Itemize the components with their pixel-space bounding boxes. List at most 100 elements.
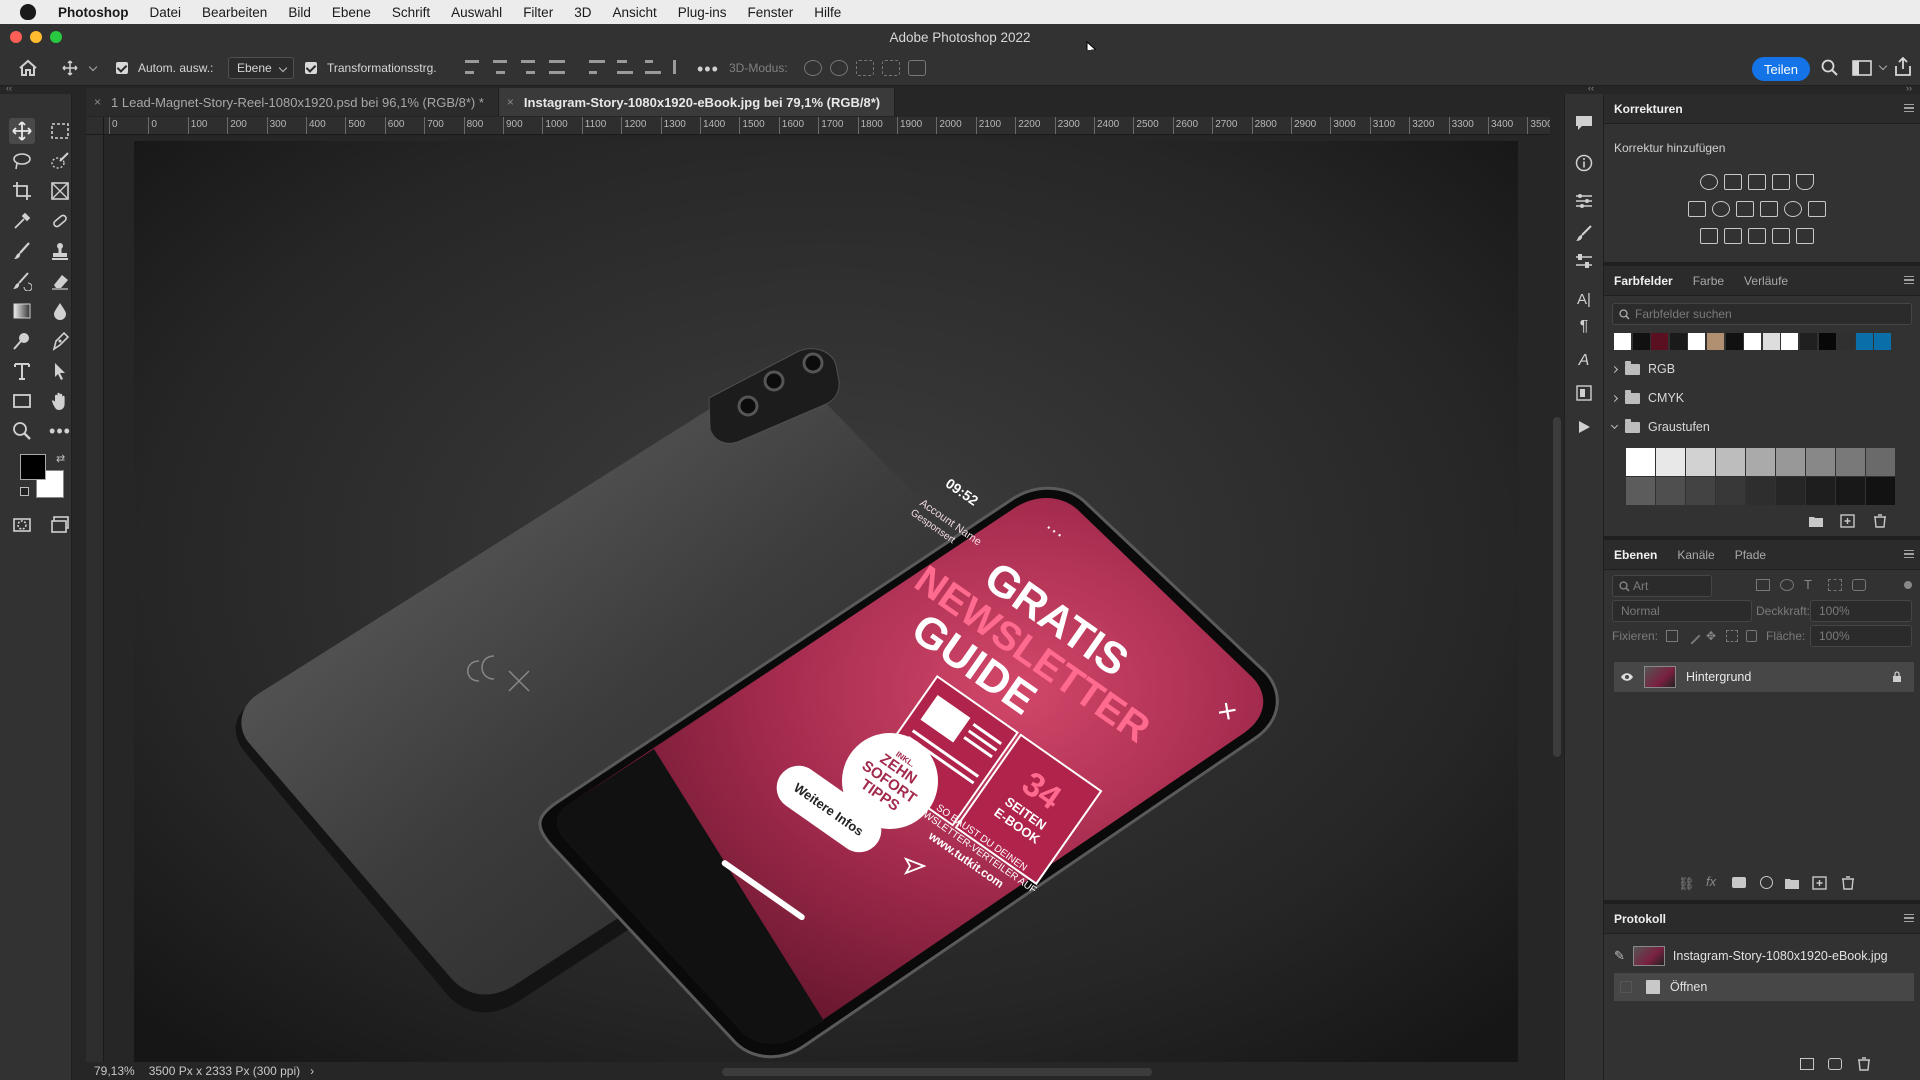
layer-row-background[interactable]: Hintergrund	[1614, 662, 1914, 692]
grayscale-swatch[interactable]	[1746, 448, 1775, 476]
zoom-tool-icon[interactable]	[9, 418, 35, 444]
grayscale-swatch[interactable]	[1716, 448, 1745, 476]
layer-name[interactable]: Hintergrund	[1686, 670, 1751, 684]
channel-mixer-icon[interactable]	[1784, 201, 1802, 217]
filter-pixel-icon[interactable]	[1756, 579, 1770, 591]
zoom-window-button[interactable]	[50, 31, 62, 43]
history-panel-menu-icon[interactable]	[1904, 914, 1914, 922]
history-panel-title[interactable]: Protokoll	[1604, 912, 1676, 926]
grayscale-swatch[interactable]	[1776, 477, 1805, 505]
export-share-icon[interactable]	[1894, 57, 1912, 77]
corrections-panel-menu-icon[interactable]	[1904, 104, 1914, 112]
color-swatch[interactable]	[1762, 333, 1780, 350]
tab-layers[interactable]: Ebenen	[1604, 548, 1667, 562]
swap-colors-icon[interactable]: ⇄	[56, 452, 65, 465]
visibility-eye-icon[interactable]	[1620, 672, 1634, 682]
color-lookup-icon[interactable]	[1808, 201, 1826, 217]
delete-state-icon[interactable]	[1856, 1057, 1872, 1071]
minimize-window-button[interactable]	[30, 31, 42, 43]
color-swatch[interactable]	[1874, 333, 1892, 350]
grayscale-swatch[interactable]	[1716, 477, 1745, 505]
actions-play-icon[interactable]	[1573, 416, 1595, 438]
distribute-horizontal-icon[interactable]	[673, 60, 689, 74]
brush-settings-icon[interactable]	[1573, 222, 1595, 244]
vertical-scroll-thumb[interactable]	[1553, 417, 1561, 757]
brightness-contrast-icon[interactable]	[1700, 174, 1718, 190]
tab-paths[interactable]: Pfade	[1725, 548, 1776, 562]
posterize-icon[interactable]	[1724, 228, 1742, 244]
grayscale-swatch[interactable]	[1806, 448, 1835, 476]
swatch-group-cmyk[interactable]: CMYK	[1610, 389, 1684, 405]
default-colors-icon[interactable]	[20, 487, 29, 496]
filter-type-icon[interactable]: T	[1804, 578, 1818, 591]
history-snapshot-row[interactable]: ✎ Instagram-Story-1080x1920-eBook.jpg	[1614, 942, 1914, 970]
grayscale-swatch[interactable]	[1836, 448, 1865, 476]
layer-filter-type-dropdown[interactable]: Art	[1612, 575, 1712, 597]
lock-transparent-pixels-icon[interactable]	[1666, 630, 1678, 642]
grayscale-swatch[interactable]	[1806, 477, 1835, 505]
path-selection-tool-icon[interactable]	[47, 358, 73, 384]
grayscale-swatch[interactable]	[1776, 448, 1805, 476]
align-right-icon[interactable]	[521, 60, 537, 74]
align-hcenter-icon[interactable]	[493, 60, 509, 74]
new-document-from-state-icon[interactable]	[1800, 1058, 1814, 1070]
tab-channels[interactable]: Kanäle	[1667, 548, 1724, 562]
swatches-panel-menu-icon[interactable]	[1904, 276, 1914, 284]
auto-select-checkbox[interactable]	[116, 62, 128, 74]
clone-stamp-tool-icon[interactable]	[47, 238, 73, 264]
blur-tool-icon[interactable]	[47, 298, 73, 324]
grayscale-swatch[interactable]	[1686, 448, 1715, 476]
3d-orbit-icon[interactable]	[804, 60, 822, 76]
collapse-panels-icon[interactable]: ››	[1906, 83, 1912, 93]
glyphs-icon[interactable]: A	[1573, 350, 1595, 372]
adjust-sliders-icon[interactable]	[1573, 250, 1595, 272]
rectangle-tool-icon[interactable]	[9, 388, 35, 414]
menu-ansicht[interactable]: Ansicht	[612, 5, 656, 20]
tab-lead-magnet-reel[interactable]: × 1 Lead-Magnet-Story-Reel-1080x1920.psd…	[86, 88, 499, 116]
menu-hilfe[interactable]: Hilfe	[814, 5, 841, 20]
swatches-search-input[interactable]: Farbfelder suchen	[1612, 303, 1912, 325]
info-icon[interactable]	[1573, 152, 1595, 174]
grayscale-swatch[interactable]	[1656, 448, 1685, 476]
grayscale-swatch[interactable]	[1656, 477, 1685, 505]
collapse-iconstrip-icon[interactable]: ‹‹	[1588, 83, 1594, 93]
story-send-icon[interactable]	[904, 857, 926, 875]
grayscale-swatch[interactable]	[1686, 477, 1715, 505]
create-snapshot-icon[interactable]	[1828, 1058, 1842, 1070]
lasso-tool-icon[interactable]	[9, 148, 35, 174]
vertical-scrollbar[interactable]	[1550, 117, 1564, 1070]
frame-tool-icon[interactable]	[47, 178, 73, 204]
workspace-icon[interactable]	[1852, 60, 1872, 76]
quick-selection-tool-icon[interactable]	[47, 148, 73, 174]
dodge-tool-icon[interactable]	[9, 328, 35, 354]
grayscale-swatch[interactable]	[1626, 448, 1655, 476]
new-group-icon[interactable]	[1784, 876, 1800, 890]
color-swatch[interactable]	[1818, 333, 1836, 350]
workspace-chevron-icon[interactable]	[1878, 61, 1888, 71]
share-button[interactable]: Teilen	[1752, 57, 1810, 81]
add-mask-icon[interactable]	[1732, 877, 1746, 888]
character-icon[interactable]: A|	[1573, 288, 1595, 310]
tab-swatches[interactable]: Farbfelder	[1604, 274, 1683, 288]
grayscale-swatch[interactable]	[1746, 477, 1775, 505]
quick-mask-icon[interactable]	[9, 512, 35, 538]
opacity-input[interactable]: 100%	[1810, 600, 1912, 622]
menu-plugins[interactable]: Plug-ins	[678, 5, 727, 20]
lock-all-icon[interactable]	[1746, 630, 1757, 642]
grayscale-swatch[interactable]	[1836, 477, 1865, 505]
close-tab-icon[interactable]: ×	[507, 95, 514, 109]
type-tool-icon[interactable]	[9, 358, 35, 384]
new-adjustment-layer-icon[interactable]	[1760, 876, 1773, 889]
menu-photoshop[interactable]: Photoshop	[58, 5, 129, 20]
tab-color[interactable]: Farbe	[1683, 274, 1734, 288]
blend-mode-dropdown[interactable]: Normal	[1612, 600, 1752, 622]
document-canvas[interactable]: 09:52 Account Name Gesponsert ··· × GRAT…	[104, 135, 1550, 1070]
lock-position-icon[interactable]: ✥	[1706, 630, 1718, 642]
move-tool-preset-icon[interactable]	[62, 60, 78, 76]
lock-artboard-icon[interactable]	[1726, 630, 1738, 642]
filter-shape-icon[interactable]	[1828, 579, 1842, 591]
invert-icon[interactable]	[1700, 228, 1718, 244]
edit-toolbar-icon[interactable]: •••	[47, 418, 73, 444]
eraser-tool-icon[interactable]	[47, 268, 73, 294]
3d-camera-icon[interactable]	[908, 60, 926, 76]
